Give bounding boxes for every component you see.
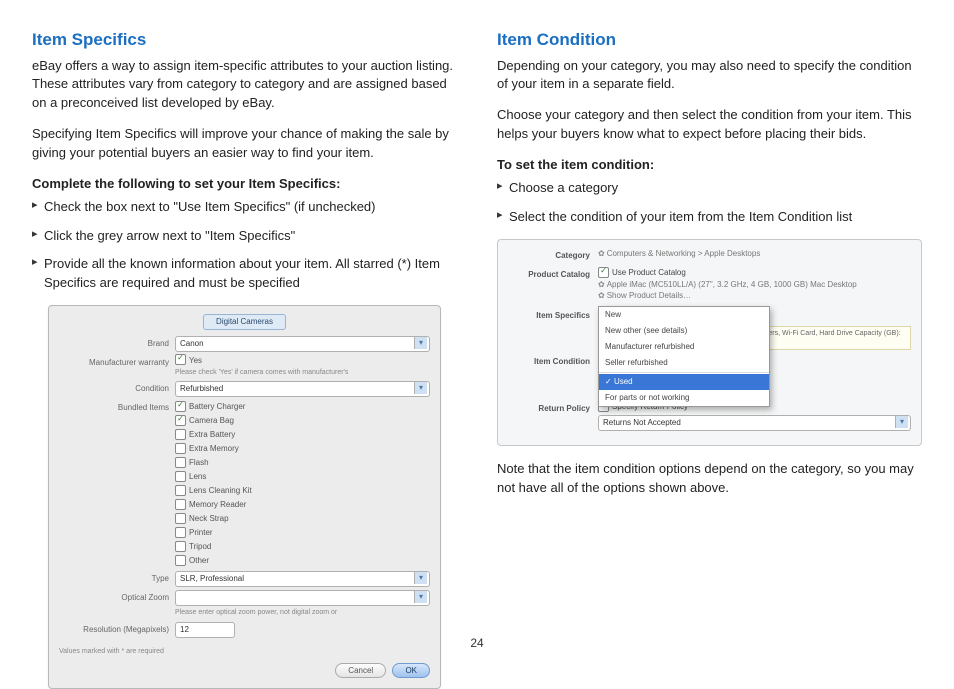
catalog-value: Apple iMac (MC510LL/A) (27", 3.2 GHz, 4 … bbox=[607, 280, 857, 289]
category-value: Computers & Networking > Apple Desktops bbox=[607, 249, 761, 258]
bundled-item-label: Battery Charger bbox=[189, 402, 245, 411]
left-para-2: Specifying Item Specifics will improve y… bbox=[32, 125, 457, 163]
bundled-items-list: Battery Charger Camera Bag Extra Battery Ex… bbox=[175, 400, 430, 568]
warranty-checkbox[interactable] bbox=[175, 354, 186, 365]
return-policy-select[interactable]: Returns Not Accepted bbox=[598, 415, 911, 431]
gear-icon[interactable]: ✿ bbox=[598, 291, 605, 300]
bundled-label: Bundled Items bbox=[59, 400, 169, 414]
ok-button[interactable]: OK bbox=[392, 663, 430, 679]
right-steps-list: Choose a category Select the condition o… bbox=[497, 179, 922, 227]
bundled-item-label: Camera Bag bbox=[189, 416, 234, 425]
resolution-label: Resolution (Megapixels) bbox=[59, 622, 169, 636]
type-label: Type bbox=[59, 571, 169, 585]
type-select[interactable]: SLR, Professional bbox=[175, 571, 430, 587]
left-step: Click the grey arrow next to "Item Speci… bbox=[32, 227, 457, 246]
bundled-item-label: Extra Memory bbox=[189, 444, 239, 453]
dd-option-manu-refurb[interactable]: Manufacturer refurbished bbox=[599, 339, 769, 355]
left-para-1: eBay offers a way to assign item-specifi… bbox=[32, 57, 457, 114]
gear-icon[interactable]: ✿ bbox=[598, 249, 605, 258]
bundled-item-label: Lens Cleaning Kit bbox=[189, 486, 252, 495]
bundled-checkbox[interactable] bbox=[175, 499, 186, 510]
warranty-help: Please check 'Yes' if camera comes with … bbox=[175, 368, 430, 378]
bundled-item-label: Neck Strap bbox=[189, 514, 229, 523]
left-step: Check the box next to "Use Item Specific… bbox=[32, 198, 457, 217]
left-step: Provide all the known information about … bbox=[32, 255, 457, 293]
bundled-checkbox[interactable] bbox=[175, 429, 186, 440]
screenshot-item-specifics: Digital Cameras Brand Canon Manufacturer… bbox=[48, 305, 441, 689]
bundled-item-label: Extra Battery bbox=[189, 430, 235, 439]
bundled-checkbox[interactable] bbox=[175, 401, 186, 412]
bundled-checkbox[interactable] bbox=[175, 457, 186, 468]
bundled-checkbox[interactable] bbox=[175, 415, 186, 426]
use-catalog-label: Use Product Catalog bbox=[612, 268, 686, 277]
right-para-1: Depending on your category, you may also… bbox=[497, 57, 922, 95]
bundled-checkbox[interactable] bbox=[175, 485, 186, 496]
bundled-item-label: Tripod bbox=[189, 542, 211, 551]
use-catalog-checkbox[interactable] bbox=[598, 267, 609, 278]
show-details-link[interactable]: Show Product Details… bbox=[607, 291, 691, 300]
condition-select[interactable]: Refurbished bbox=[175, 381, 430, 397]
left-steps-heading: Complete the following to set your Item … bbox=[32, 175, 457, 194]
item-specifics-label: Item Specifics bbox=[508, 308, 590, 322]
dd-option-new[interactable]: New bbox=[599, 307, 769, 323]
condition-dropdown[interactable]: New New other (see details) Manufacturer… bbox=[598, 306, 770, 407]
gear-icon[interactable]: ✿ bbox=[598, 280, 605, 289]
left-steps-list: Check the box next to "Use Item Specific… bbox=[32, 198, 457, 293]
bundled-checkbox[interactable] bbox=[175, 541, 186, 552]
dd-option-new-other[interactable]: New other (see details) bbox=[599, 323, 769, 339]
tab-bar: Digital Cameras bbox=[59, 314, 430, 330]
item-condition-label: Item Condition bbox=[508, 354, 590, 368]
warranty-value: Yes bbox=[189, 356, 202, 365]
condition-label: Condition bbox=[59, 381, 169, 395]
right-step: Select the condition of your item from t… bbox=[497, 208, 922, 227]
right-note: Note that the item condition options dep… bbox=[497, 460, 922, 498]
bundled-item-label: Lens bbox=[189, 472, 206, 481]
right-step: Choose a category bbox=[497, 179, 922, 198]
bundled-checkbox[interactable] bbox=[175, 527, 186, 538]
dd-option-used[interactable]: Used bbox=[599, 374, 769, 390]
left-column: Item Specifics eBay offers a way to assi… bbox=[32, 28, 457, 658]
heading-item-specifics: Item Specifics bbox=[32, 28, 457, 53]
tab-active[interactable]: Digital Cameras bbox=[203, 314, 286, 330]
bundled-item-label: Flash bbox=[189, 458, 209, 467]
dd-option-parts[interactable]: For parts or not working bbox=[599, 390, 769, 406]
bundled-item-label: Memory Reader bbox=[189, 500, 246, 509]
bundled-item-label: Printer bbox=[189, 528, 213, 537]
bundled-checkbox[interactable] bbox=[175, 443, 186, 454]
bundled-checkbox[interactable] bbox=[175, 513, 186, 524]
product-catalog-label: Product Catalog bbox=[508, 267, 590, 281]
zoom-select[interactable] bbox=[175, 590, 430, 606]
right-para-2: Choose your category and then select the… bbox=[497, 106, 922, 144]
dd-option-seller-refurb[interactable]: Seller refurbished bbox=[599, 355, 769, 371]
heading-item-condition: Item Condition bbox=[497, 28, 922, 53]
bundled-checkbox[interactable] bbox=[175, 471, 186, 482]
bundled-item-label: Other bbox=[189, 556, 209, 565]
page-number: 24 bbox=[0, 635, 954, 652]
brand-label: Brand bbox=[59, 336, 169, 350]
zoom-help: Please enter optical zoom power, not dig… bbox=[175, 608, 430, 618]
right-steps-heading: To set the item condition: bbox=[497, 156, 922, 175]
category-label: Category bbox=[508, 248, 590, 262]
cancel-button[interactable]: Cancel bbox=[335, 663, 386, 679]
warranty-label: Manufacturer warranty bbox=[59, 355, 169, 369]
right-column: Item Condition Depending on your categor… bbox=[497, 28, 922, 658]
brand-select[interactable]: Canon bbox=[175, 336, 430, 352]
zoom-label: Optical Zoom bbox=[59, 590, 169, 604]
return-policy-label: Return Policy bbox=[508, 401, 590, 415]
bundled-checkbox[interactable] bbox=[175, 555, 186, 566]
screenshot-item-condition: Category ✿Computers & Networking > Apple… bbox=[497, 239, 922, 446]
